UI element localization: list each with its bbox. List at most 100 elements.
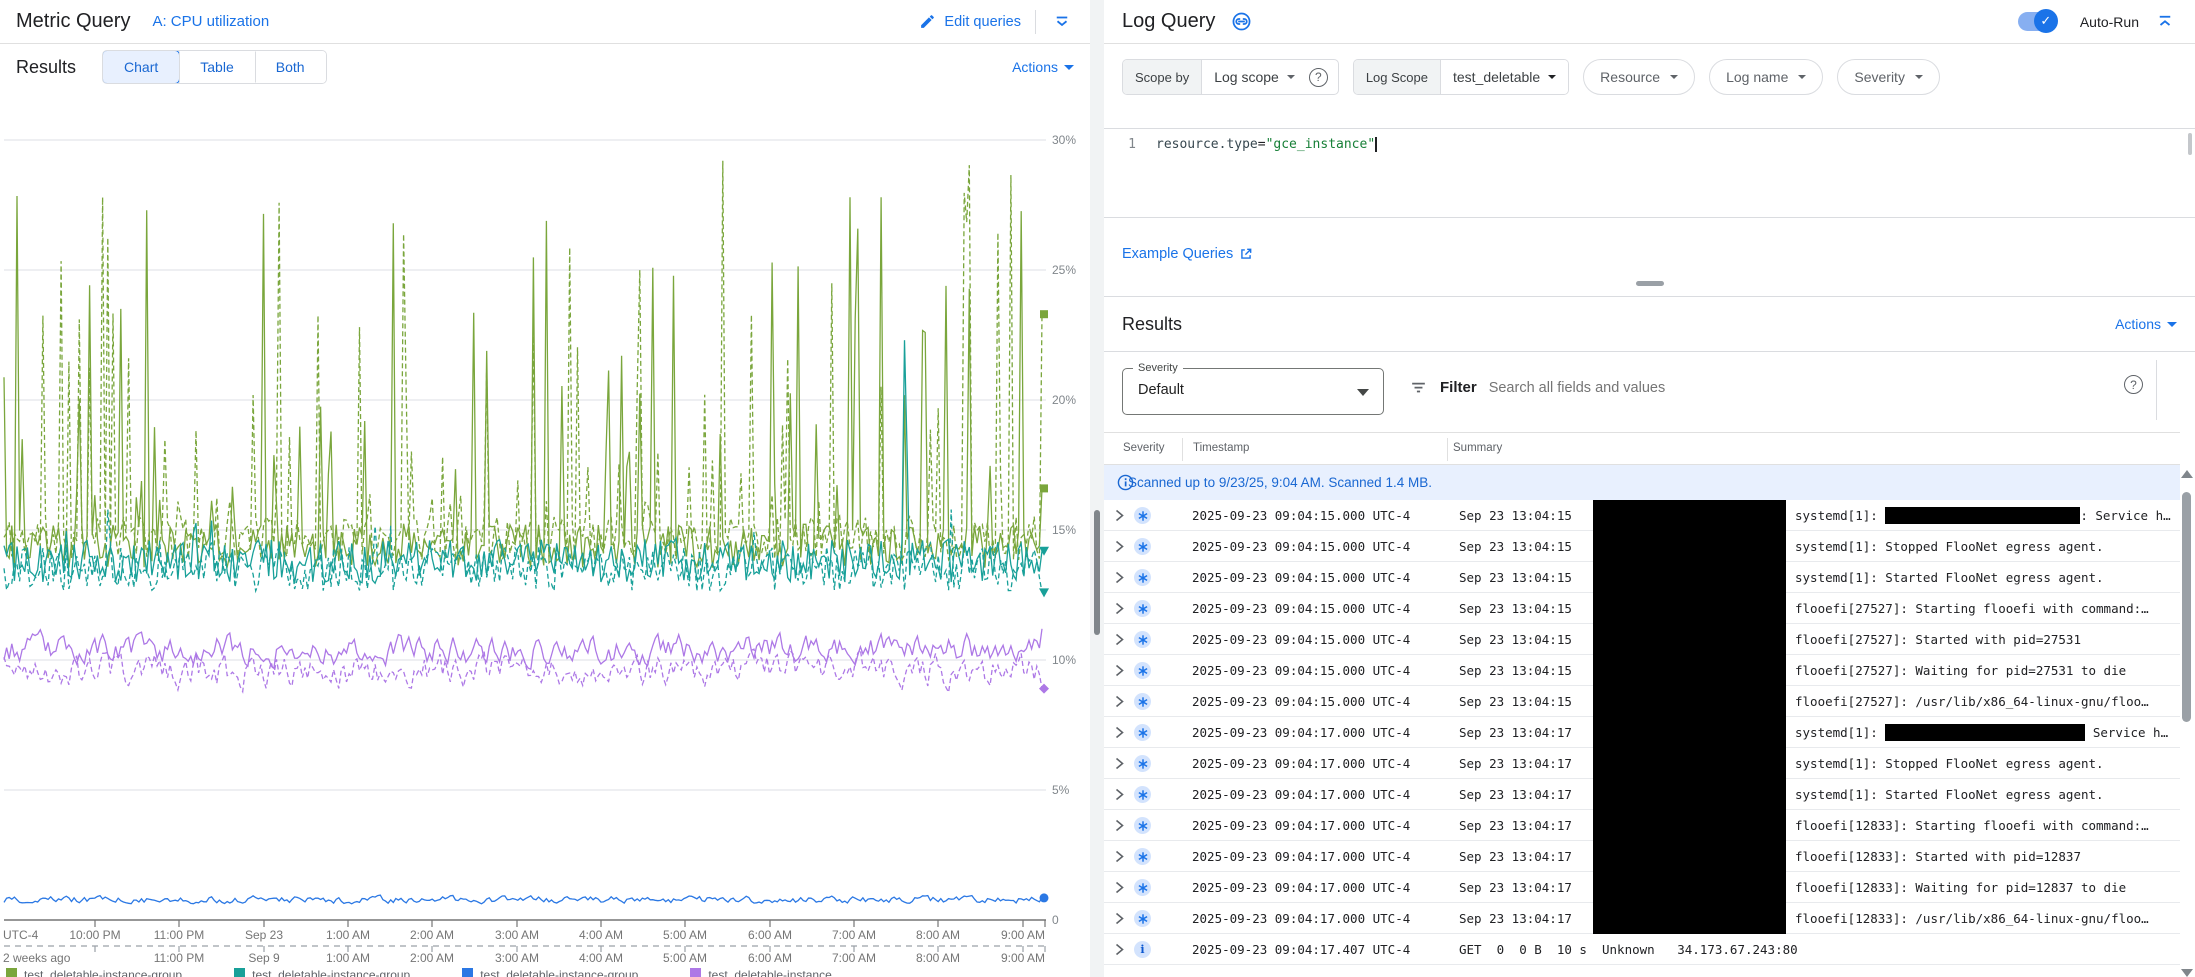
column-timestamp[interactable]: Timestamp xyxy=(1193,442,1249,454)
log-summary-prefix: Sep 23 13:04:17 xyxy=(1459,911,1572,926)
log-timestamp: 2025-09-23 09:04:17.407 UTC-4 xyxy=(1192,942,1410,957)
scroll-down-arrow-icon[interactable] xyxy=(2181,969,2193,977)
column-severity[interactable]: Severity xyxy=(1123,442,1165,454)
tab-chart[interactable]: Chart xyxy=(102,50,180,84)
log-row[interactable]: i2025-09-23 09:04:17.407 UTC-4GET 0 0 B … xyxy=(1104,934,2180,965)
editor-code-line[interactable]: resource.type="gce_instance" xyxy=(1156,137,1377,152)
info-icon xyxy=(1117,474,1134,491)
log-summary-prefix: Sep 23 13:04:15 xyxy=(1459,632,1572,647)
log-query-header: Log Query ✓ Auto-Run xyxy=(1104,0,2195,44)
expand-chevron-icon[interactable] xyxy=(1114,757,1125,770)
legend-item[interactable]: test_deletable-instance-group… xyxy=(462,968,650,977)
tab-table[interactable]: Table xyxy=(179,51,254,83)
query-a-chip[interactable]: A: CPU utilization xyxy=(152,13,269,30)
severity-select[interactable]: Severity Default xyxy=(1122,368,1384,415)
x-tick-label-comparison: 7:00 AM xyxy=(832,951,876,965)
scope-by-label: Scope by xyxy=(1123,60,1202,94)
expand-chevron-icon[interactable] xyxy=(1114,509,1125,522)
expand-chevron-icon[interactable] xyxy=(1114,571,1125,584)
log-results-header: Results Actions xyxy=(1104,297,2195,352)
log-name-filter-pill[interactable]: Log name xyxy=(1709,59,1823,95)
log-timestamp: 2025-09-23 09:04:15.000 UTC-4 xyxy=(1192,539,1410,554)
splitter-drag-handle[interactable] xyxy=(1094,510,1100,635)
column-divider xyxy=(1182,438,1183,461)
cpu-utilization-chart[interactable]: UTC-410:00 PM11:00 PMSep 231:00 AM2:00 A… xyxy=(0,90,1090,977)
expand-chevron-icon[interactable] xyxy=(1114,819,1125,832)
legend-item[interactable]: test_deletable-instance-group… xyxy=(6,968,194,977)
x-tick-label: 7:00 AM xyxy=(832,928,876,942)
expand-chevron-icon[interactable] xyxy=(1114,726,1125,739)
code-string-token: "gce_instance" xyxy=(1266,137,1376,152)
x-tick-label: 8:00 AM xyxy=(916,928,960,942)
legend-label: test_deletable-instance… xyxy=(708,968,843,977)
expand-chevron-icon[interactable] xyxy=(1114,695,1125,708)
log-rows-list: 2025-09-23 09:04:15.000 UTC-4 Sep 23 13:0… xyxy=(1104,500,2180,977)
metric-results-bar: Results Chart Table Both Actions xyxy=(0,44,1090,90)
expand-chevron-icon[interactable] xyxy=(1114,540,1125,553)
edit-queries-button[interactable]: Edit queries xyxy=(919,13,1021,30)
log-summary: flooefi[27527]: /usr/lib/x86_64-linux-gn… xyxy=(1795,694,2149,709)
code-field-token: resource.type xyxy=(1156,137,1258,152)
log-summary: systemd[1]: : Service h… xyxy=(1795,508,2171,524)
caret-down-icon xyxy=(1064,65,1074,70)
resource-filter-pill[interactable]: Resource xyxy=(1583,59,1695,95)
end-marker-diamond xyxy=(1039,684,1049,694)
auto-run-toggle[interactable]: ✓ xyxy=(2018,12,2056,31)
filter-divider xyxy=(2156,360,2157,420)
expand-chevron-icon[interactable] xyxy=(1114,664,1125,677)
severity-filter-pill[interactable]: Severity xyxy=(1837,59,1940,95)
expand-chevron-icon[interactable] xyxy=(1114,850,1125,863)
expand-chevron-icon[interactable] xyxy=(1114,943,1125,956)
log-summary: flooefi[27527]: Starting flooefi with co… xyxy=(1795,601,2149,616)
legend-item[interactable]: test_deletable-instance… xyxy=(690,968,843,977)
log-timestamp: 2025-09-23 09:04:15.000 UTC-4 xyxy=(1192,601,1410,616)
log-results-title: Results xyxy=(1122,314,1182,335)
legend-swatch xyxy=(6,968,17,977)
y-tick-label: 25% xyxy=(1052,263,1076,277)
caret-down-icon xyxy=(1548,75,1556,79)
log-search-input[interactable] xyxy=(1489,380,2089,396)
legend-swatch xyxy=(234,968,245,977)
expand-chevron-icon[interactable] xyxy=(1114,788,1125,801)
editor-scrollbar[interactable] xyxy=(2188,133,2192,155)
example-queries-link[interactable]: Example Queries xyxy=(1122,246,1253,262)
tab-both[interactable]: Both xyxy=(255,51,326,83)
log-filter-row: Severity Default Filter ? xyxy=(1104,352,2195,432)
expand-chevron-icon[interactable] xyxy=(1114,881,1125,894)
log-query-editor[interactable]: 1 resource.type="gce_instance" xyxy=(1104,128,2195,218)
end-marker-triangle xyxy=(1039,547,1049,556)
copy-link-icon[interactable] xyxy=(1229,10,1253,34)
y-tick-label: 15% xyxy=(1052,523,1076,537)
scope-by-dropdown[interactable]: Log scope xyxy=(1202,60,1307,94)
log-summary-prefix: Sep 23 13:04:15 xyxy=(1459,539,1572,554)
results-resize-handle[interactable] xyxy=(1636,281,1664,286)
column-summary[interactable]: Summary xyxy=(1453,442,1502,454)
log-summary: flooefi[12833]: Waiting for pid=12837 to… xyxy=(1795,880,2126,895)
collapse-panel-icon[interactable] xyxy=(1050,10,1074,34)
log-summary-prefix: Sep 23 13:04:17 xyxy=(1459,725,1572,740)
log-summary: systemd[1]: Service h… xyxy=(1795,725,2168,741)
redacted-column xyxy=(1593,500,1786,934)
chart-canvas xyxy=(0,90,1090,977)
expand-chevron-icon[interactable] xyxy=(1114,633,1125,646)
scope-help-icon[interactable]: ? xyxy=(1309,68,1328,87)
log-results-scrollbar[interactable] xyxy=(2180,468,2195,977)
toggle-check-icon: ✓ xyxy=(2034,9,2058,33)
scrollbar-thumb[interactable] xyxy=(2182,492,2191,722)
log-summary: flooefi[12833]: /usr/lib/x86_64-linux-gn… xyxy=(1795,911,2149,926)
legend-item[interactable]: test_deletable-instance-group… xyxy=(234,968,422,977)
metric-actions-button[interactable]: Actions xyxy=(1012,59,1074,75)
auto-run-label: Auto-Run xyxy=(2080,14,2139,30)
panel-splitter[interactable] xyxy=(1090,0,1104,977)
example-queries-label: Example Queries xyxy=(1122,246,1233,262)
x-tick-label: 11:00 PM xyxy=(154,928,204,942)
external-link-icon xyxy=(1239,247,1253,261)
log-summary: systemd[1]: Started FlooNet egress agent… xyxy=(1795,570,2104,585)
collapse-up-icon[interactable] xyxy=(2153,10,2177,34)
expand-chevron-icon[interactable] xyxy=(1114,912,1125,925)
scroll-up-arrow-icon[interactable] xyxy=(2181,470,2193,478)
log-actions-button[interactable]: Actions xyxy=(2115,316,2177,332)
expand-chevron-icon[interactable] xyxy=(1114,602,1125,615)
filter-help-icon[interactable]: ? xyxy=(2124,375,2143,394)
log-scope-dropdown[interactable]: test_deletable xyxy=(1441,60,1568,94)
